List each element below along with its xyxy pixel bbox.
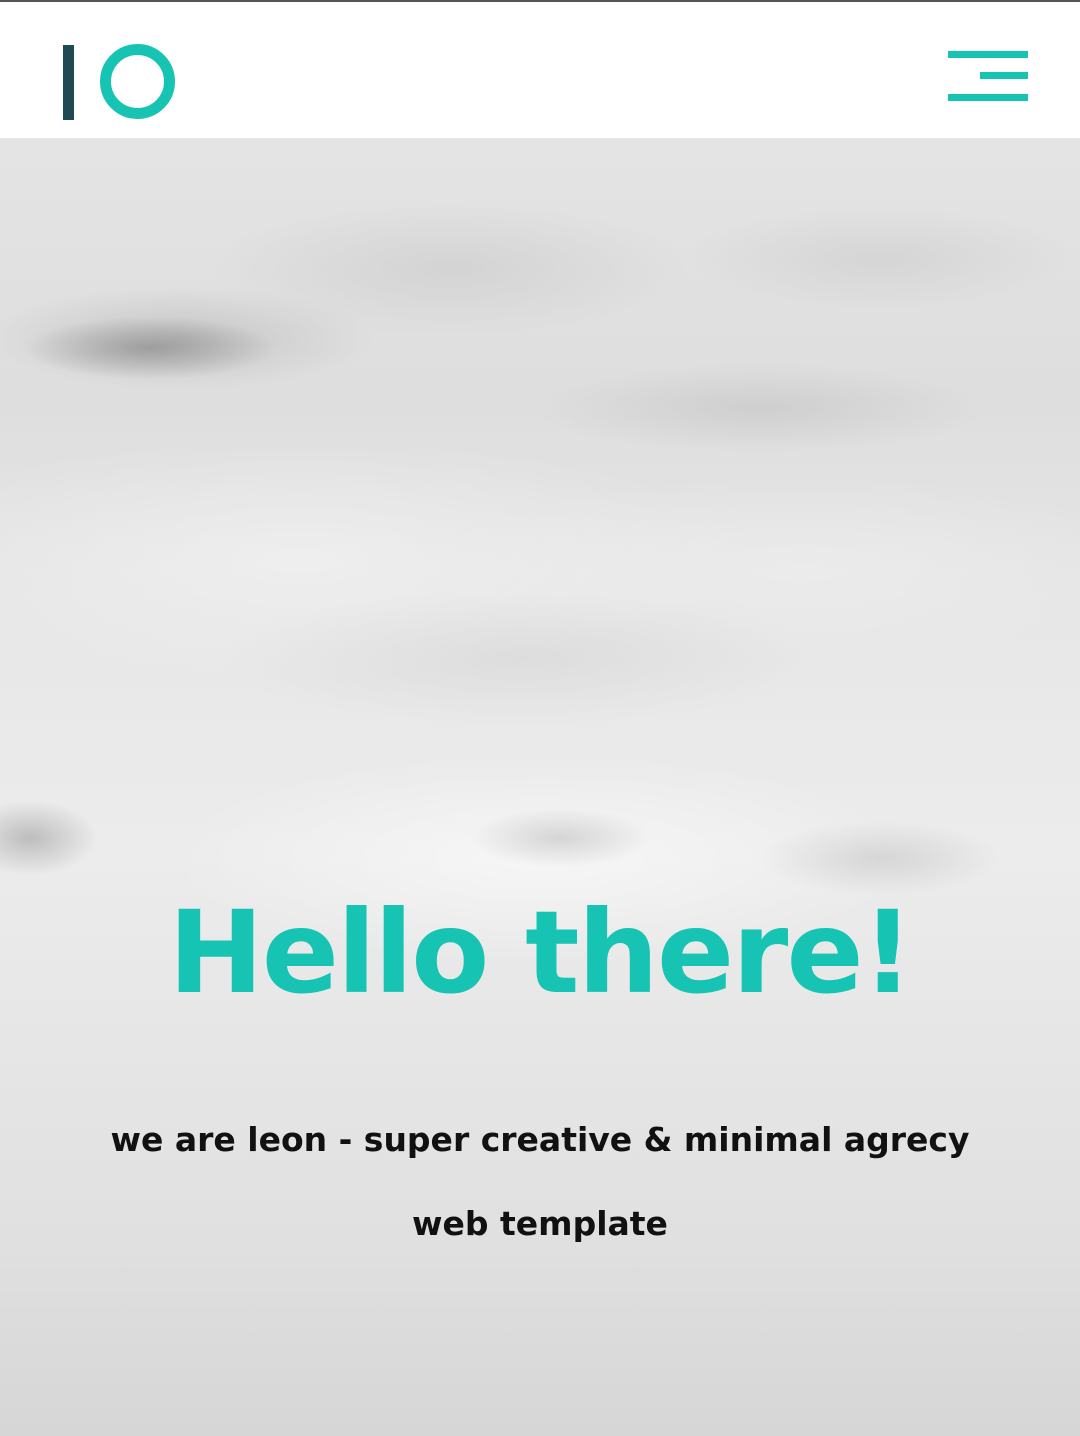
site-header	[0, 2, 1080, 138]
menu-line-icon	[948, 51, 1028, 58]
hamburger-menu-button[interactable]	[948, 48, 1030, 104]
logo-ring-shape	[100, 44, 175, 119]
menu-line-icon	[980, 72, 1028, 79]
hero-title: Hello there!	[168, 886, 913, 1019]
menu-line-icon	[948, 94, 1028, 101]
hero-subtitle: we are leon - super creative & minimal a…	[110, 1120, 970, 1243]
logo-bar-shape	[63, 45, 74, 120]
site-logo[interactable]	[62, 44, 182, 124]
hero-section: Hello there! we are leon - super creativ…	[0, 138, 1080, 1436]
